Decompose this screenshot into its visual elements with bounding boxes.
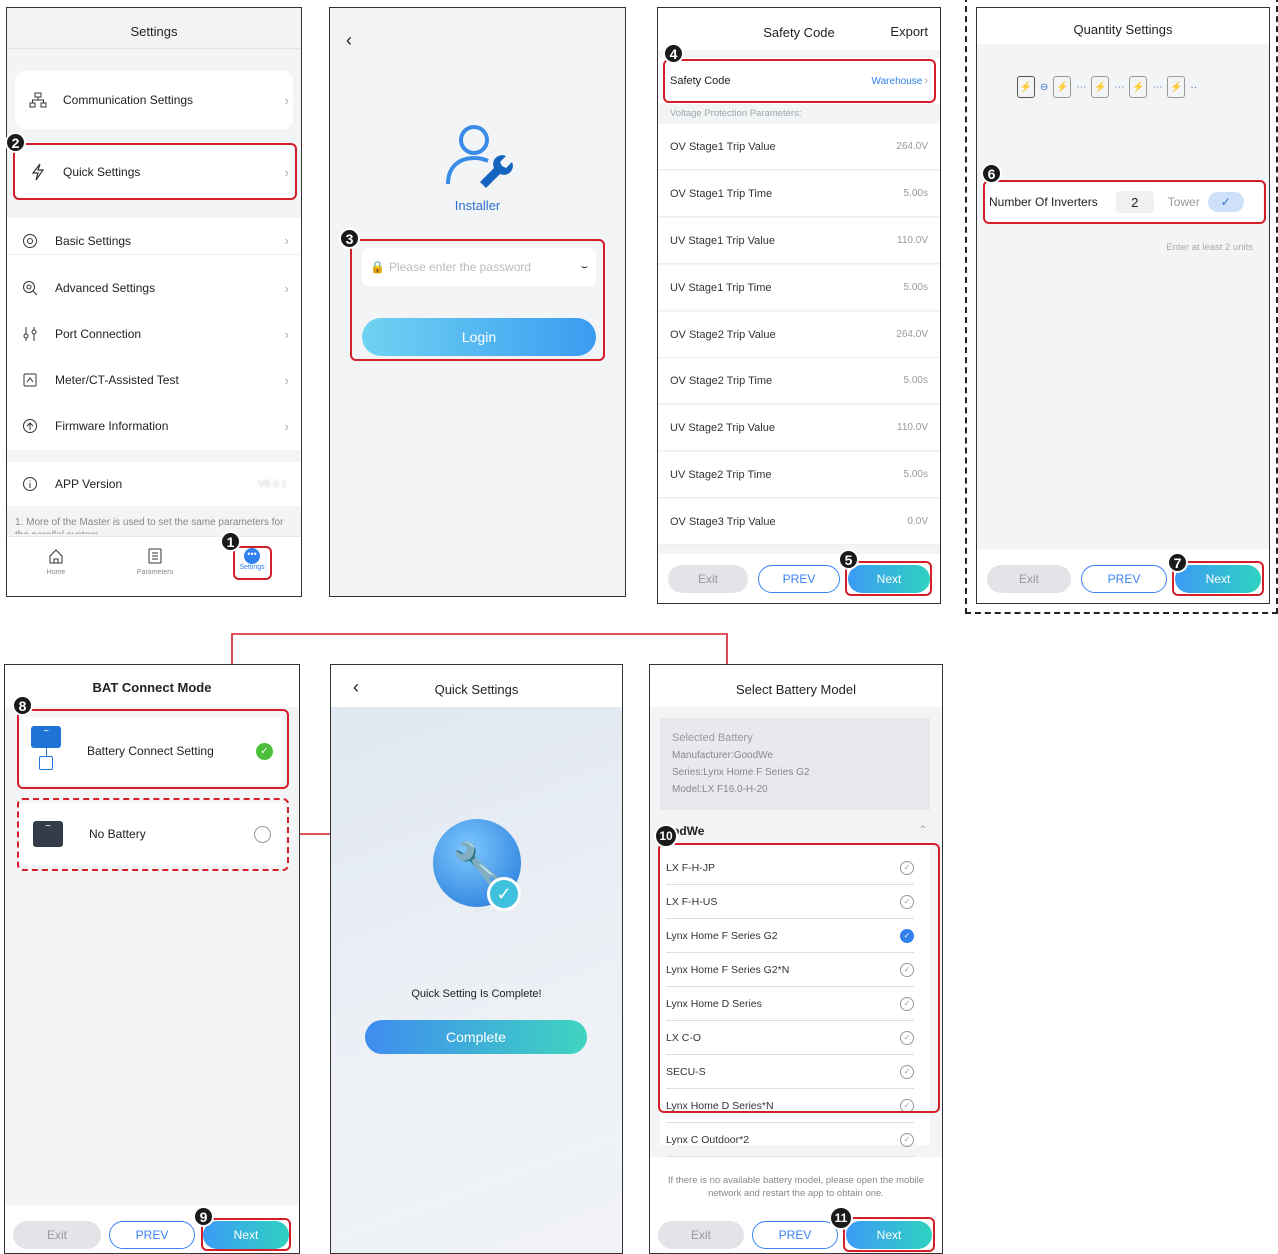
battery-label: Lynx C Outdoor*2 bbox=[666, 1133, 750, 1146]
page-title: BAT Connect Mode bbox=[92, 680, 212, 695]
selected-battery-card: Selected Battery Manufacturer:GoodWe Ser… bbox=[660, 718, 930, 810]
chevron-up-icon[interactable]: ⌃ bbox=[918, 823, 928, 837]
bat-connect-mode-screen: BAT Connect Mode ~ Battery Connect Setti… bbox=[4, 664, 300, 1254]
highlight-box bbox=[843, 1217, 935, 1252]
manufacturer-text: Manufacturer:GoodWe bbox=[672, 750, 773, 761]
quick-settings-complete-screen: ‹ Quick Settings 🔧 ✓ Quick Setting Is Co… bbox=[330, 664, 623, 1254]
series-text: Series:Lynx Home F Series G2 bbox=[672, 767, 810, 778]
highlight-box bbox=[17, 709, 289, 789]
step-badge-10: 10 bbox=[654, 824, 678, 848]
highlight-box bbox=[201, 1218, 291, 1251]
highlight-box bbox=[658, 843, 940, 1113]
check-circle-icon: ✓ bbox=[900, 1132, 914, 1147]
exit-button[interactable]: Exit bbox=[658, 1221, 744, 1249]
select-battery-model-screen: Select Battery Model Selected Battery Ma… bbox=[649, 664, 943, 1254]
complete-message: Quick Setting Is Complete! bbox=[411, 988, 542, 1000]
page-title: Select Battery Model bbox=[736, 682, 856, 697]
check-badge-icon: ✓ bbox=[487, 877, 521, 911]
step-badge-8: 8 bbox=[12, 695, 33, 716]
prev-button[interactable]: PREV bbox=[752, 1221, 838, 1249]
model-text: Model:LX F16.0-H-20 bbox=[672, 784, 768, 795]
step-badge-9: 9 bbox=[193, 1206, 214, 1227]
selected-heading: Selected Battery bbox=[672, 732, 753, 744]
battery-option[interactable]: Lynx C Outdoor*2 ✓ bbox=[666, 1123, 914, 1157]
exit-button[interactable]: Exit bbox=[13, 1221, 101, 1249]
complete-button[interactable]: Complete bbox=[365, 1020, 587, 1054]
highlight-box-dashed bbox=[17, 798, 289, 871]
prev-button[interactable]: PREV bbox=[109, 1221, 195, 1249]
footer-note: If there is no available battery model, … bbox=[667, 1175, 925, 1199]
step-badge-11: 11 bbox=[829, 1206, 853, 1230]
page-title: Quick Settings bbox=[434, 682, 519, 697]
